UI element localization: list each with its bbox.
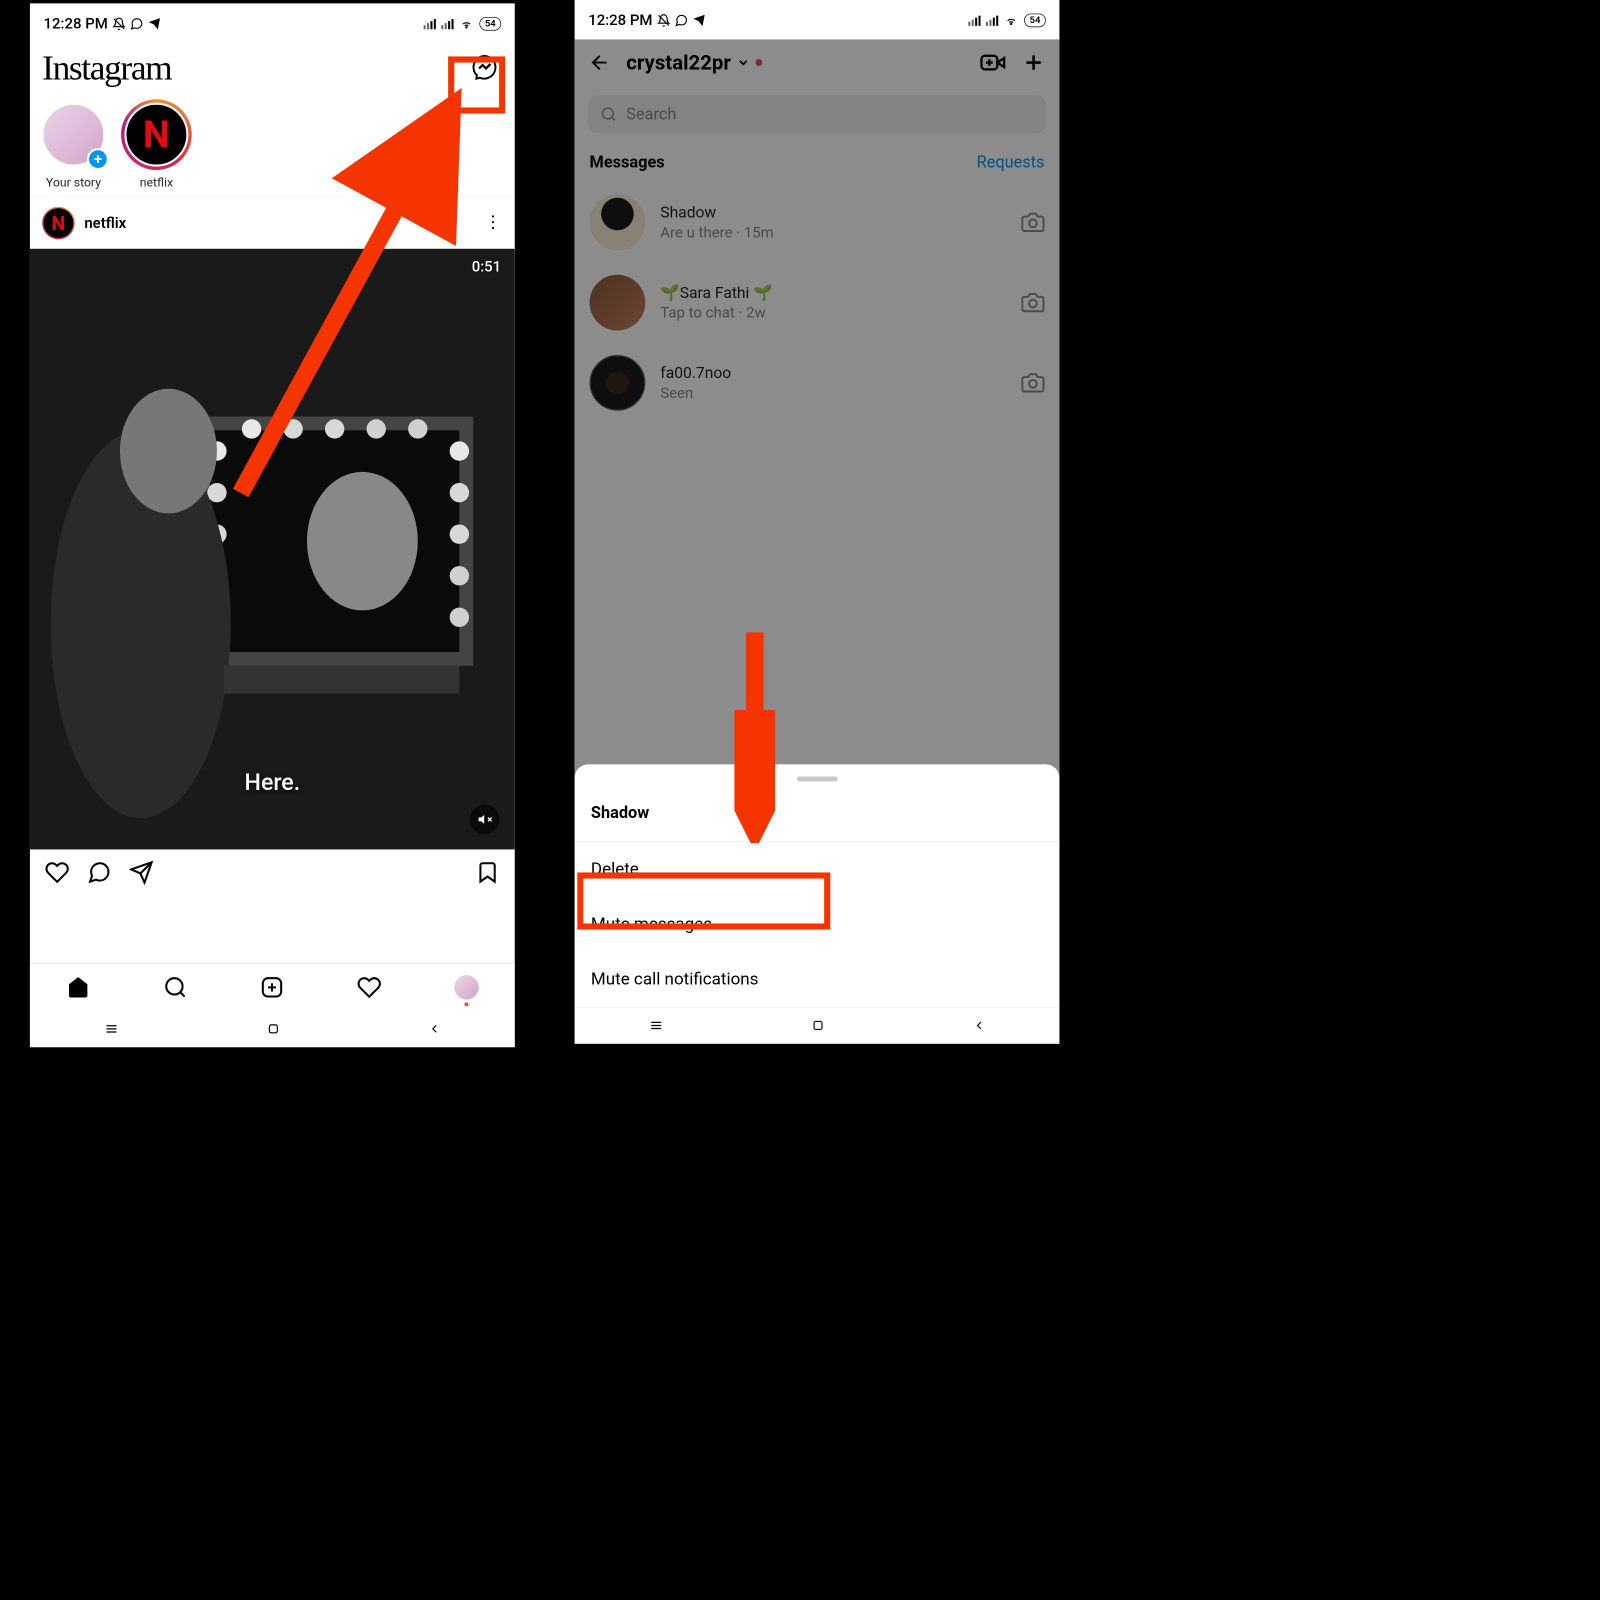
- story-label: Your story: [46, 175, 101, 189]
- wifi-icon: [1004, 14, 1019, 26]
- sheet-item-mute-calls[interactable]: Mute call notifications: [575, 952, 1060, 1007]
- activity-icon[interactable]: [357, 975, 381, 999]
- telegram-icon: [147, 17, 161, 31]
- signal-icon: [424, 19, 436, 29]
- bell-mute-icon: [657, 14, 671, 28]
- home-nav-icon[interactable]: [811, 1019, 825, 1033]
- status-time: 12:28 PM: [588, 12, 652, 29]
- mute-button[interactable]: [470, 804, 500, 834]
- status-bar: 12:28 PM 54: [575, 0, 1060, 39]
- bottom-nav: [30, 963, 515, 1011]
- speaker-mute-icon: [477, 812, 492, 827]
- signal-icon-2: [441, 19, 453, 29]
- profile-nav-avatar[interactable]: [454, 975, 478, 999]
- add-post-icon[interactable]: [260, 975, 284, 999]
- annotation-highlight-mute: [577, 872, 830, 929]
- phone-dm: 12:28 PM 54 crystal22pr Search: [575, 0, 1060, 1044]
- netflix-avatar: N: [124, 103, 188, 167]
- home-icon[interactable]: [66, 975, 90, 999]
- status-bar: 12:28 PM 54: [30, 3, 515, 42]
- whatsapp-icon: [130, 17, 144, 31]
- home-nav-icon[interactable]: [266, 1022, 280, 1036]
- annotation-arrow-2: [734, 626, 775, 844]
- wifi-icon: [459, 18, 474, 30]
- post-author-name[interactable]: netflix: [84, 215, 126, 232]
- whatsapp-icon: [674, 14, 688, 28]
- sheet-handle[interactable]: [797, 777, 838, 782]
- recent-apps-icon[interactable]: [648, 1018, 663, 1033]
- recent-apps-icon[interactable]: [104, 1021, 119, 1036]
- bell-mute-icon: [112, 17, 126, 31]
- telegram-icon: [692, 14, 706, 28]
- add-story-icon: +: [87, 148, 109, 170]
- back-nav-icon[interactable]: [972, 1019, 986, 1033]
- post-actions: [30, 849, 515, 888]
- battery-badge: 54: [1024, 14, 1046, 28]
- search-nav-icon[interactable]: [163, 975, 187, 999]
- back-nav-icon[interactable]: [427, 1022, 441, 1036]
- bookmark-icon[interactable]: [475, 860, 499, 884]
- share-icon[interactable]: [129, 860, 153, 884]
- annotation-highlight-messenger: [448, 56, 505, 113]
- battery-badge: 54: [479, 17, 501, 31]
- story-label: netflix: [140, 175, 173, 189]
- signal-icon-2: [986, 15, 998, 25]
- phone-feed: 12:28 PM 54 Instagram + Your story: [30, 3, 515, 1047]
- story-your-story[interactable]: + Your story: [39, 99, 107, 189]
- like-icon[interactable]: [45, 860, 69, 884]
- story-netflix[interactable]: N netflix: [122, 99, 190, 189]
- post-author-avatar[interactable]: N: [42, 207, 75, 240]
- comment-icon[interactable]: [87, 860, 111, 884]
- status-time: 12:28 PM: [44, 15, 108, 32]
- sheet-title: Shadow: [575, 794, 1060, 842]
- post-more-button[interactable]: ⋯: [483, 214, 503, 233]
- annotation-arrow-1: [220, 85, 478, 507]
- android-nav-bar: [575, 1007, 1060, 1044]
- signal-icon: [968, 15, 980, 25]
- instagram-logo: Instagram: [42, 48, 171, 88]
- video-caption: Here.: [245, 769, 301, 796]
- android-nav-bar: [30, 1010, 515, 1047]
